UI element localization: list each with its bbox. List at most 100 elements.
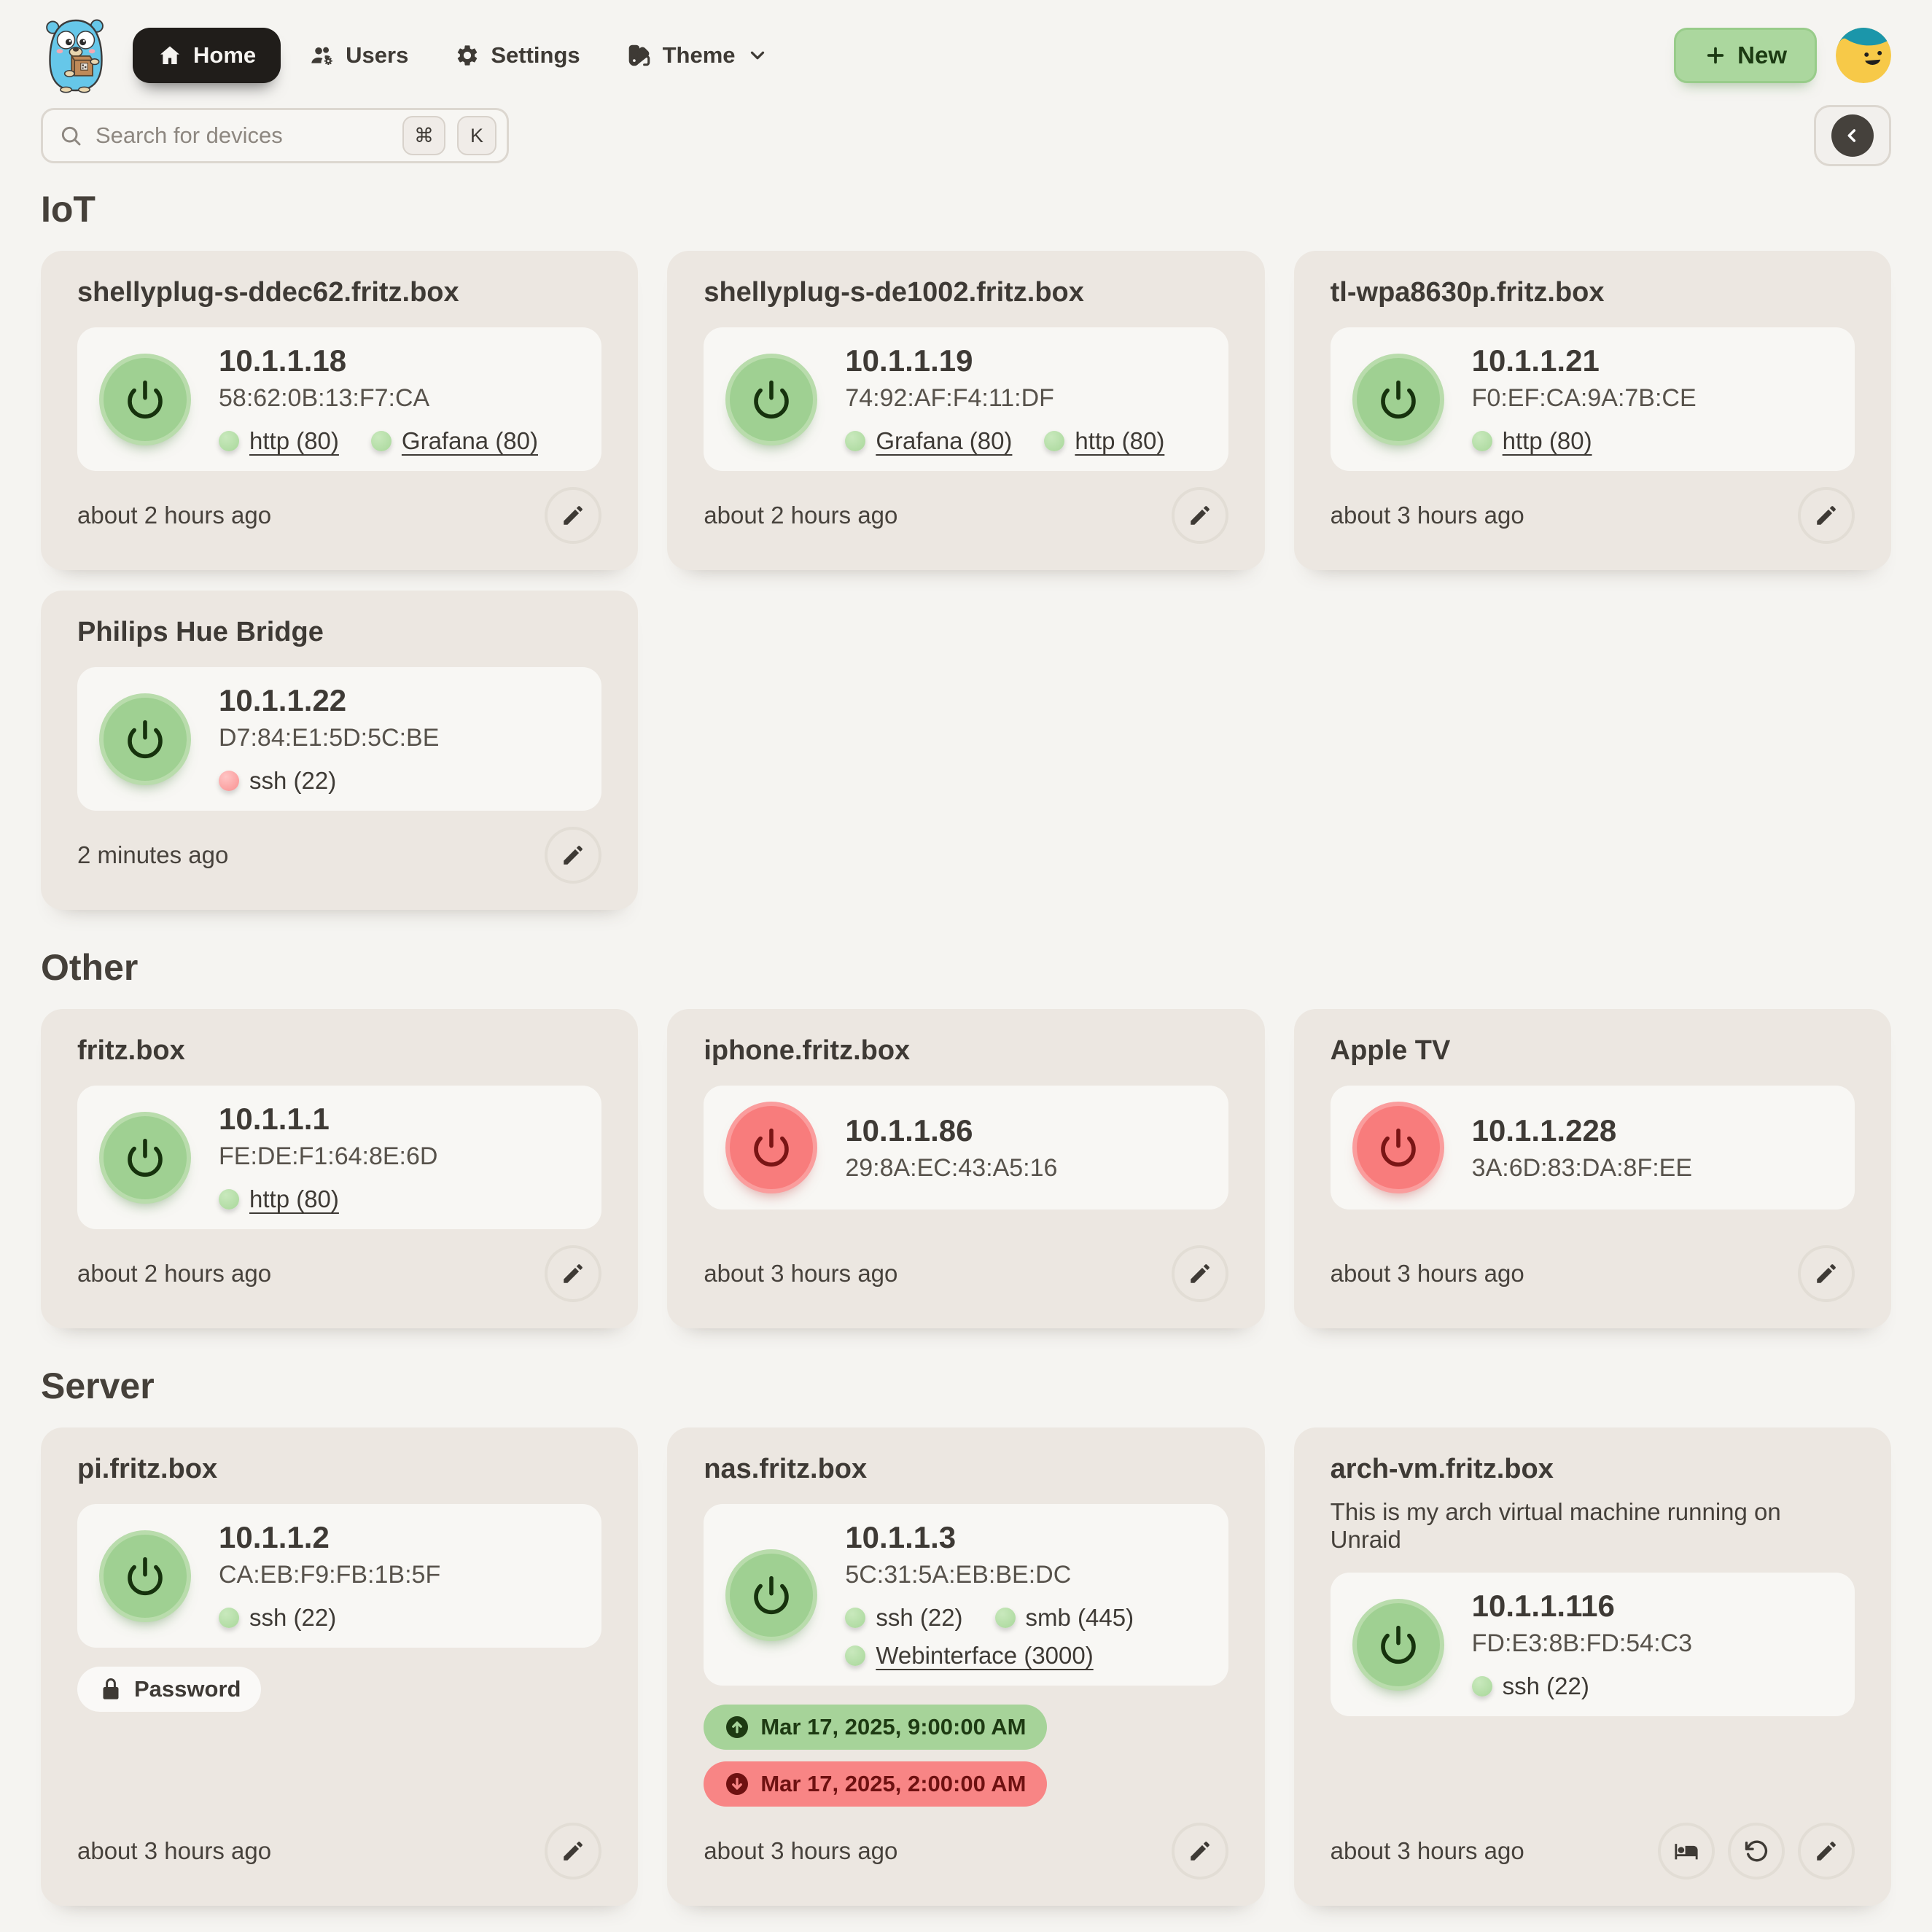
port-item: ssh (22): [1472, 1672, 1589, 1700]
port-label: ssh (22): [1503, 1672, 1589, 1700]
port-link[interactable]: Grafana (80): [876, 427, 1012, 455]
device-card: pi.fritz.box10.1.1.2CA:EB:F9:FB:1B:5Fssh…: [41, 1427, 638, 1906]
port-list: ssh (22): [1472, 1672, 1833, 1700]
port-item: Grafana (80): [371, 427, 538, 455]
port-link[interactable]: http (80): [1075, 427, 1164, 455]
power-button[interactable]: [1352, 1599, 1444, 1691]
power-button[interactable]: [1352, 1102, 1444, 1193]
edit-button[interactable]: [1798, 1245, 1855, 1302]
device-panel: 10.1.1.116FD:E3:8B:FD:54:C3ssh (22): [1331, 1573, 1855, 1716]
search-input[interactable]: [94, 122, 391, 149]
device-name: Apple TV: [1331, 1035, 1855, 1067]
nav-item-users[interactable]: Users: [292, 29, 426, 82]
card-actions: [545, 487, 601, 544]
device-grid: fritz.box10.1.1.1FE:DE:F1:64:8E:6Dhttp (…: [41, 1009, 1891, 1328]
device-ip: 10.1.1.86: [845, 1113, 1206, 1148]
port-status-dot: [1472, 1676, 1492, 1697]
power-button[interactable]: [1352, 354, 1444, 445]
port-link[interactable]: http (80): [1503, 427, 1592, 455]
device-panel: 10.1.1.21 F0:EF:CA:9A:7B:CE http (80): [1331, 327, 1855, 471]
port-link[interactable]: Webinterface (3000): [876, 1642, 1093, 1670]
device-mac: CA:EB:F9:FB:1B:5F: [219, 1561, 580, 1589]
arrow-down-circle-icon: [724, 1771, 750, 1797]
edit-button[interactable]: [545, 487, 601, 544]
port-item: http (80): [219, 1185, 339, 1213]
restart-button[interactable]: [1728, 1823, 1785, 1880]
port-list: Grafana (80) http (80): [845, 427, 1206, 455]
device-mac: F0:EF:CA:9A:7B:CE: [1472, 384, 1833, 413]
page: HomeUsersSettingsTheme New: [0, 0, 1932, 1932]
device-search[interactable]: ⌘ K: [41, 108, 509, 163]
port-item: ssh (22): [219, 1604, 336, 1632]
section-iot: IoTshellyplug-s-ddec62.fritz.box10.1.1.1…: [41, 188, 1891, 910]
port-status-dot: [845, 1645, 865, 1666]
card-actions: [1172, 1245, 1228, 1302]
device-ip: 10.1.1.21: [1472, 343, 1833, 378]
port-status-dot: [219, 1608, 239, 1628]
edit-button[interactable]: [1172, 487, 1228, 544]
port-list: http (80) Grafana (80): [219, 427, 580, 455]
device-info: 10.1.1.1974:92:AF:F4:11:DFGrafana (80)ht…: [845, 343, 1206, 455]
edit-button[interactable]: [1798, 487, 1855, 544]
port-status-dot: [1044, 431, 1064, 451]
card-footer: about 3 hours ago: [1331, 1229, 1855, 1302]
app-logo-gopher-icon[interactable]: [41, 16, 111, 95]
port-item: ssh (22): [219, 767, 336, 795]
port-list: ssh (22): [219, 767, 580, 795]
port-label: smb (445): [1026, 1604, 1134, 1632]
nav-item-theme[interactable]: Theme: [609, 29, 786, 82]
power-button[interactable]: [99, 693, 191, 785]
device-mac: FD:E3:8B:FD:54:C3: [1472, 1629, 1833, 1658]
device-card: Apple TV 10.1.1.2283A:6D:83:DA:8F:EE about…: [1294, 1009, 1891, 1328]
device-name: nas.fritz.box: [704, 1454, 1228, 1485]
collapse-panel-button[interactable]: [1814, 105, 1891, 166]
sleep-button[interactable]: [1658, 1823, 1715, 1880]
port-item: smb (445): [995, 1604, 1134, 1632]
device-ip: 10.1.1.2: [219, 1520, 580, 1555]
edit-button[interactable]: [545, 1823, 601, 1880]
power-button[interactable]: [725, 1102, 817, 1193]
device-info: 10.1.1.21 F0:EF:CA:9A:7B:CE http (80): [1472, 343, 1833, 455]
new-button-label: New: [1737, 42, 1787, 69]
card-actions: [1658, 1823, 1855, 1880]
power-button[interactable]: [725, 354, 817, 445]
device-ip: 10.1.1.18: [219, 343, 580, 378]
port-list: ssh (22): [219, 1604, 580, 1632]
kbd-cmd-key: ⌘: [402, 116, 445, 155]
edit-button[interactable]: [1172, 1823, 1228, 1880]
power-button[interactable]: [725, 1549, 817, 1641]
device-mac: FE:DE:F1:64:8E:6D: [219, 1142, 580, 1171]
user-avatar[interactable]: [1836, 28, 1891, 83]
kbd-k-key: K: [457, 116, 496, 155]
port-link[interactable]: http (80): [249, 1185, 339, 1213]
new-device-button[interactable]: New: [1674, 28, 1817, 83]
theme-icon: [627, 43, 652, 68]
port-item: ssh (22): [845, 1604, 962, 1632]
device-panel: 10.1.1.2283A:6D:83:DA:8F:EE: [1331, 1086, 1855, 1210]
power-button[interactable]: [99, 354, 191, 445]
lock-icon: [98, 1676, 124, 1702]
port-item: Webinterface (3000): [845, 1642, 1093, 1670]
chevron-down-icon: [747, 44, 768, 66]
port-link[interactable]: http (80): [249, 427, 339, 455]
arrow-up-circle-icon: [724, 1714, 750, 1740]
last-seen: about 3 hours ago: [77, 1837, 271, 1865]
power-button[interactable]: [99, 1112, 191, 1204]
power-button[interactable]: [99, 1530, 191, 1622]
last-seen: 2 minutes ago: [77, 841, 228, 869]
password-badge: Password: [77, 1667, 261, 1712]
edit-button[interactable]: [545, 1245, 601, 1302]
device-name: shellyplug-s-ddec62.fritz.box: [77, 277, 601, 308]
edit-button[interactable]: [1798, 1823, 1855, 1880]
device-info: 10.1.1.2283A:6D:83:DA:8F:EE: [1472, 1113, 1833, 1183]
nav-item-home[interactable]: Home: [133, 28, 281, 83]
edit-button[interactable]: [545, 827, 601, 884]
device-mac: 74:92:AF:F4:11:DF: [845, 384, 1206, 413]
edit-button[interactable]: [1172, 1245, 1228, 1302]
card-footer: about 3 hours ago: [1331, 471, 1855, 544]
device-info: 10.1.1.22D7:84:E1:5D:5C:BEssh (22): [219, 683, 580, 795]
card-actions: [1172, 487, 1228, 544]
port-link[interactable]: Grafana (80): [402, 427, 538, 455]
header: HomeUsersSettingsTheme New: [41, 16, 1891, 95]
nav-item-settings[interactable]: Settings: [437, 29, 597, 82]
